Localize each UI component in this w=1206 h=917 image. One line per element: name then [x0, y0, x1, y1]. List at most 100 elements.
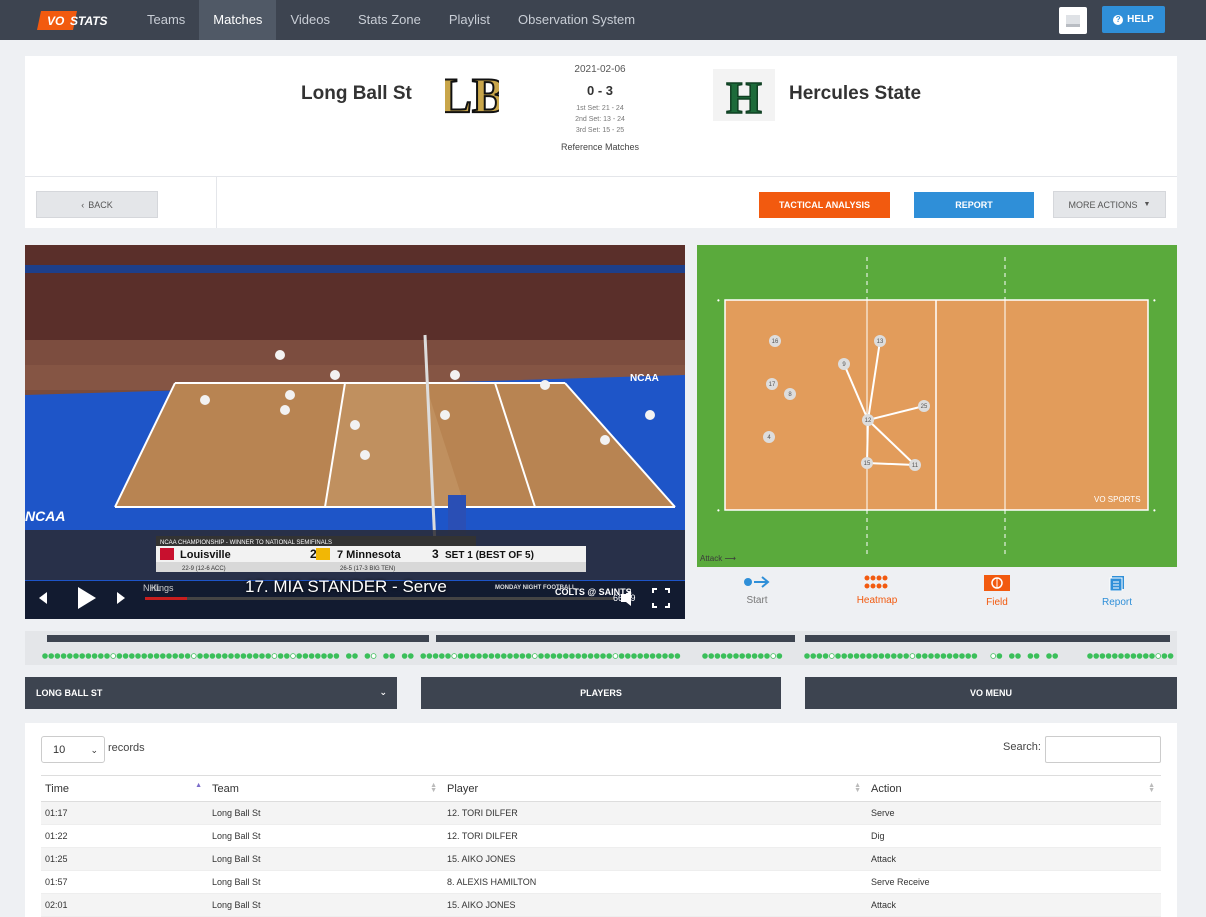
reference-matches-link[interactable]: Reference Matches — [525, 142, 675, 152]
col-time[interactable]: Time ▲ — [41, 775, 208, 802]
report-button[interactable]: REPORT — [914, 192, 1034, 218]
video-player[interactable]: NCAA NCAA NCAA CHAMPIONSHIP - WINNER TO … — [25, 245, 685, 619]
nav-playlist[interactable]: Playlist — [435, 0, 504, 40]
table-row[interactable]: 01:25 Long Ball St 15. AIKO JONES Attack — [41, 847, 1161, 871]
timeline-event-dot — [60, 653, 67, 659]
timeline-event-dot — [618, 653, 625, 659]
scorebug-team1-score: 2 — [310, 547, 317, 561]
scorebug-header: NCAA CHAMPIONSHIP - WINNER TO NATIONAL S… — [160, 540, 332, 546]
back-button[interactable]: ‹ BACK — [36, 191, 158, 218]
court-actions: Start Heatmap Field Report — [697, 572, 1177, 618]
timeline-event-dot — [990, 653, 996, 659]
timeline-event-dot — [847, 653, 854, 659]
table-row[interactable]: 01:22 Long Ball St 12. TORI DILFER Dig — [41, 824, 1161, 848]
timeline-event-dot — [209, 653, 216, 659]
sort-icon: ▲ ▼ — [1148, 782, 1155, 794]
nav-teams[interactable]: Teams — [133, 0, 199, 40]
timeline-event-dot — [507, 653, 513, 659]
col-action[interactable]: Action ▲ ▼ — [867, 775, 1161, 802]
more-actions-button[interactable]: MORE ACTIONS ▼ — [1053, 191, 1166, 218]
timeline-event-dot — [878, 653, 885, 659]
cell-player: 8. ALEXIS HAMILTON — [443, 870, 867, 894]
timeline-event-dot — [1105, 653, 1112, 659]
timeline-event-dot — [928, 653, 934, 659]
nav-observation-system[interactable]: Observation System — [504, 0, 649, 40]
timeline-event-dot — [909, 653, 916, 659]
timeline-event-dot — [872, 653, 878, 659]
search-label: Search: — [1003, 741, 1041, 753]
home-team-logo: LB — [445, 66, 499, 124]
timeline-event-dot — [822, 653, 829, 659]
timeline-event-dot — [476, 653, 482, 659]
timeline-event-dot — [934, 653, 940, 659]
help-button[interactable]: ? HELP — [1102, 6, 1165, 33]
timeline-event-dot — [265, 653, 272, 659]
language-flag-button[interactable] — [1059, 7, 1087, 34]
scorebug-team1: Louisville — [180, 549, 231, 561]
heatmap-action[interactable]: Heatmap — [817, 572, 937, 618]
start-action[interactable]: Start — [697, 572, 817, 618]
table-row[interactable]: 02:01 Long Ball St 15. AIKO JONES Attack — [41, 893, 1161, 917]
court-diagram[interactable]: • • • • VO SPORTS 16 13 9 17 8 12 25 4 1… — [697, 245, 1177, 567]
nav-videos[interactable]: Videos — [276, 0, 344, 40]
team-select[interactable]: LONG BALL ST ⌄ — [25, 677, 397, 709]
timeline-event-dot — [469, 653, 476, 659]
vo-menu-button[interactable]: VO MENU — [805, 677, 1177, 709]
timeline-event-dot — [884, 653, 891, 659]
table-row[interactable]: 01:17 Long Ball St 12. TORI DILFER Serve — [41, 801, 1161, 825]
vostats-logo[interactable]: VO STATS — [37, 11, 117, 30]
nav-stats-zone[interactable]: Stats Zone — [344, 0, 435, 40]
timeline-event-dot — [816, 653, 823, 659]
timeline-event-dot — [407, 653, 414, 659]
tactical-analysis-button[interactable]: TACTICAL ANALYSIS — [759, 192, 890, 218]
col-player[interactable]: Player ▲ ▼ — [443, 775, 867, 802]
timeline-event-dot — [1112, 653, 1118, 659]
timeline-event-dot — [277, 653, 284, 659]
nav-matches[interactable]: Matches — [199, 0, 277, 40]
match-timeline[interactable] — [25, 631, 1177, 665]
timeline-event-dot — [581, 653, 588, 659]
report-action[interactable]: Report — [1057, 572, 1177, 618]
events-panel: 10 ⌄ records Search: Time ▲ Team ▲ ▼ Player… — [25, 723, 1177, 917]
timeline-event-dot — [451, 653, 458, 659]
timeline-event-dot — [513, 653, 520, 659]
match-center: 2021-02-06 0 - 3 1st Set: 21 - 24 2nd Se… — [525, 64, 675, 152]
timeline-event-dot — [222, 653, 228, 659]
scorebug-set: SET 1 (BEST OF 5) — [445, 550, 534, 561]
timeline-event-dot — [921, 653, 928, 659]
svg-text:VO: VO — [47, 14, 65, 28]
cell-time: 01:57 — [41, 870, 208, 894]
timeline-event-dot — [129, 653, 135, 659]
field-action[interactable]: Field — [937, 572, 1057, 618]
cell-player: 15. AIKO JONES — [443, 847, 867, 871]
timeline-event-dot — [1118, 653, 1124, 659]
svg-text:•: • — [717, 506, 720, 515]
cell-action: Attack — [867, 893, 1161, 917]
timeline-event-dot — [804, 653, 810, 659]
col-team[interactable]: Team ▲ ▼ — [208, 775, 443, 802]
timeline-event-dot — [85, 653, 92, 659]
timeline-event-dot — [1143, 653, 1149, 659]
search-input[interactable] — [1045, 736, 1161, 763]
set-score-3: 3rd Set: 15 - 25 — [575, 127, 625, 134]
timeline-event-dot — [122, 653, 129, 659]
timeline-event-dot — [66, 653, 73, 659]
player-marker: 13 — [874, 335, 886, 347]
chevron-down-icon: ⌄ — [90, 745, 98, 755]
timeline-svg — [42, 635, 1174, 659]
timeline-event-dot — [135, 653, 141, 659]
table-row[interactable]: 01:57 Long Ball St 8. ALEXIS HAMILTON Se… — [41, 870, 1161, 894]
sort-asc-icon: ▲ — [195, 782, 202, 789]
home-team-name[interactable]: Long Ball St — [301, 83, 412, 105]
away-team-name[interactable]: Hercules State — [789, 83, 921, 105]
players-button[interactable]: PLAYERS — [421, 677, 781, 709]
timeline-event-dot — [370, 653, 377, 659]
timeline-event-dot — [708, 653, 714, 659]
timeline-segment — [805, 635, 1170, 642]
timeline-event-dot — [835, 653, 841, 659]
timeline-segment — [47, 635, 429, 642]
records-per-page-select[interactable]: 10 ⌄ — [41, 736, 105, 763]
timeline-event-dot — [98, 653, 104, 659]
timeline-event-dot — [1027, 653, 1034, 659]
timeline-event-dot — [903, 653, 909, 659]
